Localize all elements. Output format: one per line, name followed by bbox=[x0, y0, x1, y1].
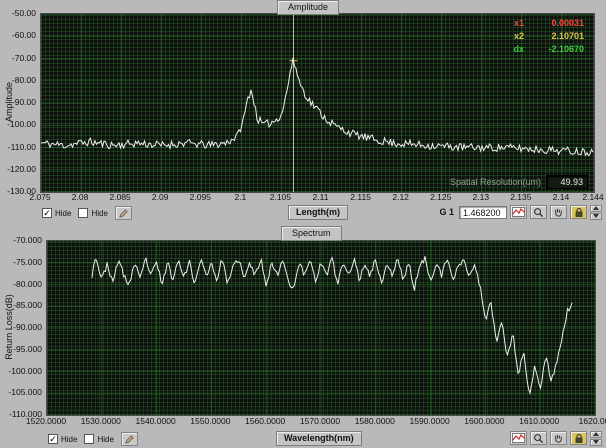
tick-label: 1620.00 bbox=[579, 416, 606, 426]
tick-label: -90.00 bbox=[12, 97, 36, 107]
hide-checkbox-1-label: Hide bbox=[55, 209, 71, 218]
spectrum-graph-title: Spectrum bbox=[281, 226, 342, 241]
tick-label: -75.000 bbox=[13, 257, 42, 267]
graph-scale-spinner bbox=[590, 431, 602, 446]
hide-checkbox-3-label: Hide bbox=[61, 435, 77, 444]
amplitude-x-tick-labels: 2.0752.082.0852.092.0952.12.1052.112.115… bbox=[40, 192, 593, 203]
tick-label: 2.105 bbox=[270, 192, 291, 202]
tick-label: 2.08 bbox=[72, 192, 89, 202]
pan-icon[interactable] bbox=[550, 431, 567, 445]
tick-label: -70.000 bbox=[13, 235, 42, 245]
hide-checkbox-3[interactable]: ✓ bbox=[48, 434, 58, 444]
tick-label: 2.095 bbox=[190, 192, 211, 202]
checkmark-icon: ✓ bbox=[43, 208, 51, 218]
spinner-up-icon[interactable] bbox=[590, 205, 602, 212]
tick-label: 2.09 bbox=[152, 192, 169, 202]
tick-label: -70.00 bbox=[12, 53, 36, 63]
spatial-resolution-label: Spatial Resolution(um) bbox=[450, 177, 541, 187]
brush-icon[interactable] bbox=[121, 432, 138, 446]
zoom-icon[interactable] bbox=[530, 431, 547, 445]
plot-legend-icon[interactable] bbox=[510, 205, 527, 219]
lock-icon[interactable] bbox=[570, 431, 587, 445]
tick-label: 1540.0000 bbox=[136, 416, 176, 426]
tick-label: -60.00 bbox=[12, 30, 36, 40]
tick-label: 2.115 bbox=[350, 192, 371, 202]
brush-icon[interactable] bbox=[115, 206, 132, 220]
hide-checkbox-2[interactable] bbox=[78, 208, 88, 218]
plot-legend-icon[interactable] bbox=[510, 431, 527, 445]
tick-label: -110.00 bbox=[8, 142, 36, 152]
spinner-up-icon[interactable] bbox=[590, 431, 602, 438]
tick-label: -120.00 bbox=[7, 164, 36, 174]
amplitude-trace bbox=[41, 58, 593, 156]
spectrum-plot-controls-right bbox=[510, 430, 602, 446]
tick-label: -90.000 bbox=[13, 322, 42, 332]
spectrum-trace bbox=[92, 256, 572, 393]
tick-label: 2.144 bbox=[582, 192, 603, 202]
tick-label: -80.000 bbox=[13, 279, 42, 289]
amplitude-plot-svg bbox=[41, 14, 594, 192]
spectrum-x-axis-label: Wavelength(nm) bbox=[276, 431, 362, 446]
hide-checkbox-4[interactable] bbox=[84, 434, 94, 444]
tick-label: -105.000 bbox=[8, 387, 42, 397]
lock-icon[interactable] bbox=[570, 205, 587, 219]
cursor-readout-x1: x10.00031 bbox=[513, 17, 584, 30]
tick-label: 1550.0000 bbox=[190, 416, 230, 426]
tick-label: -85.000 bbox=[13, 300, 42, 310]
cursor-legend: x10.00031x22.10701dx-2.10670 bbox=[513, 17, 584, 56]
tick-label: -50.00 bbox=[12, 8, 36, 18]
amplitude-plot-controls-right: G 1 1.468200 bbox=[439, 204, 602, 220]
tick-label: 2.13 bbox=[473, 192, 490, 202]
tick-label: -95.000 bbox=[13, 344, 42, 354]
tick-label: 2.11 bbox=[313, 192, 329, 202]
tick-label: 1600.0000 bbox=[464, 416, 504, 426]
spectrum-plot-controls-left: ✓ Hide Hide bbox=[48, 431, 138, 447]
spinner-down-icon[interactable] bbox=[590, 439, 602, 446]
tick-label: 1580.0000 bbox=[355, 416, 395, 426]
tick-label: 1530.0000 bbox=[81, 416, 121, 426]
tick-label: 1570.0000 bbox=[300, 416, 340, 426]
spectrum-x-tick-labels: 1520.00001530.00001540.00001550.00001560… bbox=[46, 416, 594, 427]
tick-label: 1560.0000 bbox=[245, 416, 285, 426]
tick-label: 2.1 bbox=[234, 192, 246, 202]
graph-scale-spinner bbox=[590, 205, 602, 220]
spectrum-y-tick-labels: -70.000-75.000-80.000-85.000-90.000-95.0… bbox=[0, 240, 44, 414]
hide-checkbox-4-label: Hide bbox=[97, 435, 113, 444]
tick-label: 1590.0000 bbox=[410, 416, 450, 426]
spatial-resolution-value: 49.93 bbox=[546, 175, 588, 189]
hide-checkbox-2-label: Hide bbox=[91, 209, 107, 218]
tick-label: 1610.0000 bbox=[519, 416, 559, 426]
checkmark-icon: ✓ bbox=[49, 434, 57, 444]
g1-label: G 1 bbox=[439, 207, 454, 217]
tick-label: -100.000 bbox=[8, 366, 42, 376]
cursor-readout-x2: x22.10701 bbox=[513, 30, 584, 43]
tick-label: -100.00 bbox=[7, 119, 36, 129]
hide-checkbox-1[interactable]: ✓ bbox=[42, 208, 52, 218]
cursor-readout-dx: dx-2.10670 bbox=[513, 43, 584, 56]
spectrum-plot-svg bbox=[47, 241, 595, 415]
tick-label: 2.12 bbox=[392, 192, 409, 202]
amplitude-x-axis-label: Length(m) bbox=[288, 205, 348, 220]
tick-label: 2.14 bbox=[553, 192, 570, 202]
amplitude-graph-title: Amplitude bbox=[277, 0, 339, 15]
zoom-icon[interactable] bbox=[530, 205, 547, 219]
pan-icon[interactable] bbox=[550, 205, 567, 219]
spinner-down-icon[interactable] bbox=[590, 213, 602, 220]
amplitude-y-tick-labels: -50.00-60.00-70.00-80.00-90.00-100.00-11… bbox=[0, 13, 38, 191]
amplitude-plot-controls-left: ✓ Hide Hide bbox=[42, 205, 132, 221]
tick-label: 2.075 bbox=[29, 192, 50, 202]
spatial-resolution: Spatial Resolution(um) 49.93 bbox=[450, 175, 588, 189]
amplitude-plot[interactable]: x10.00031x22.10701dx-2.10670 Spatial Res… bbox=[40, 13, 595, 193]
g1-value-field[interactable]: 1.468200 bbox=[459, 206, 507, 219]
tick-label: -80.00 bbox=[12, 75, 36, 85]
spectrum-plot[interactable] bbox=[46, 240, 596, 416]
tick-label: 1520.0000 bbox=[26, 416, 66, 426]
tick-label: 2.135 bbox=[510, 192, 531, 202]
tick-label: 2.125 bbox=[430, 192, 451, 202]
tick-label: 2.085 bbox=[110, 192, 131, 202]
